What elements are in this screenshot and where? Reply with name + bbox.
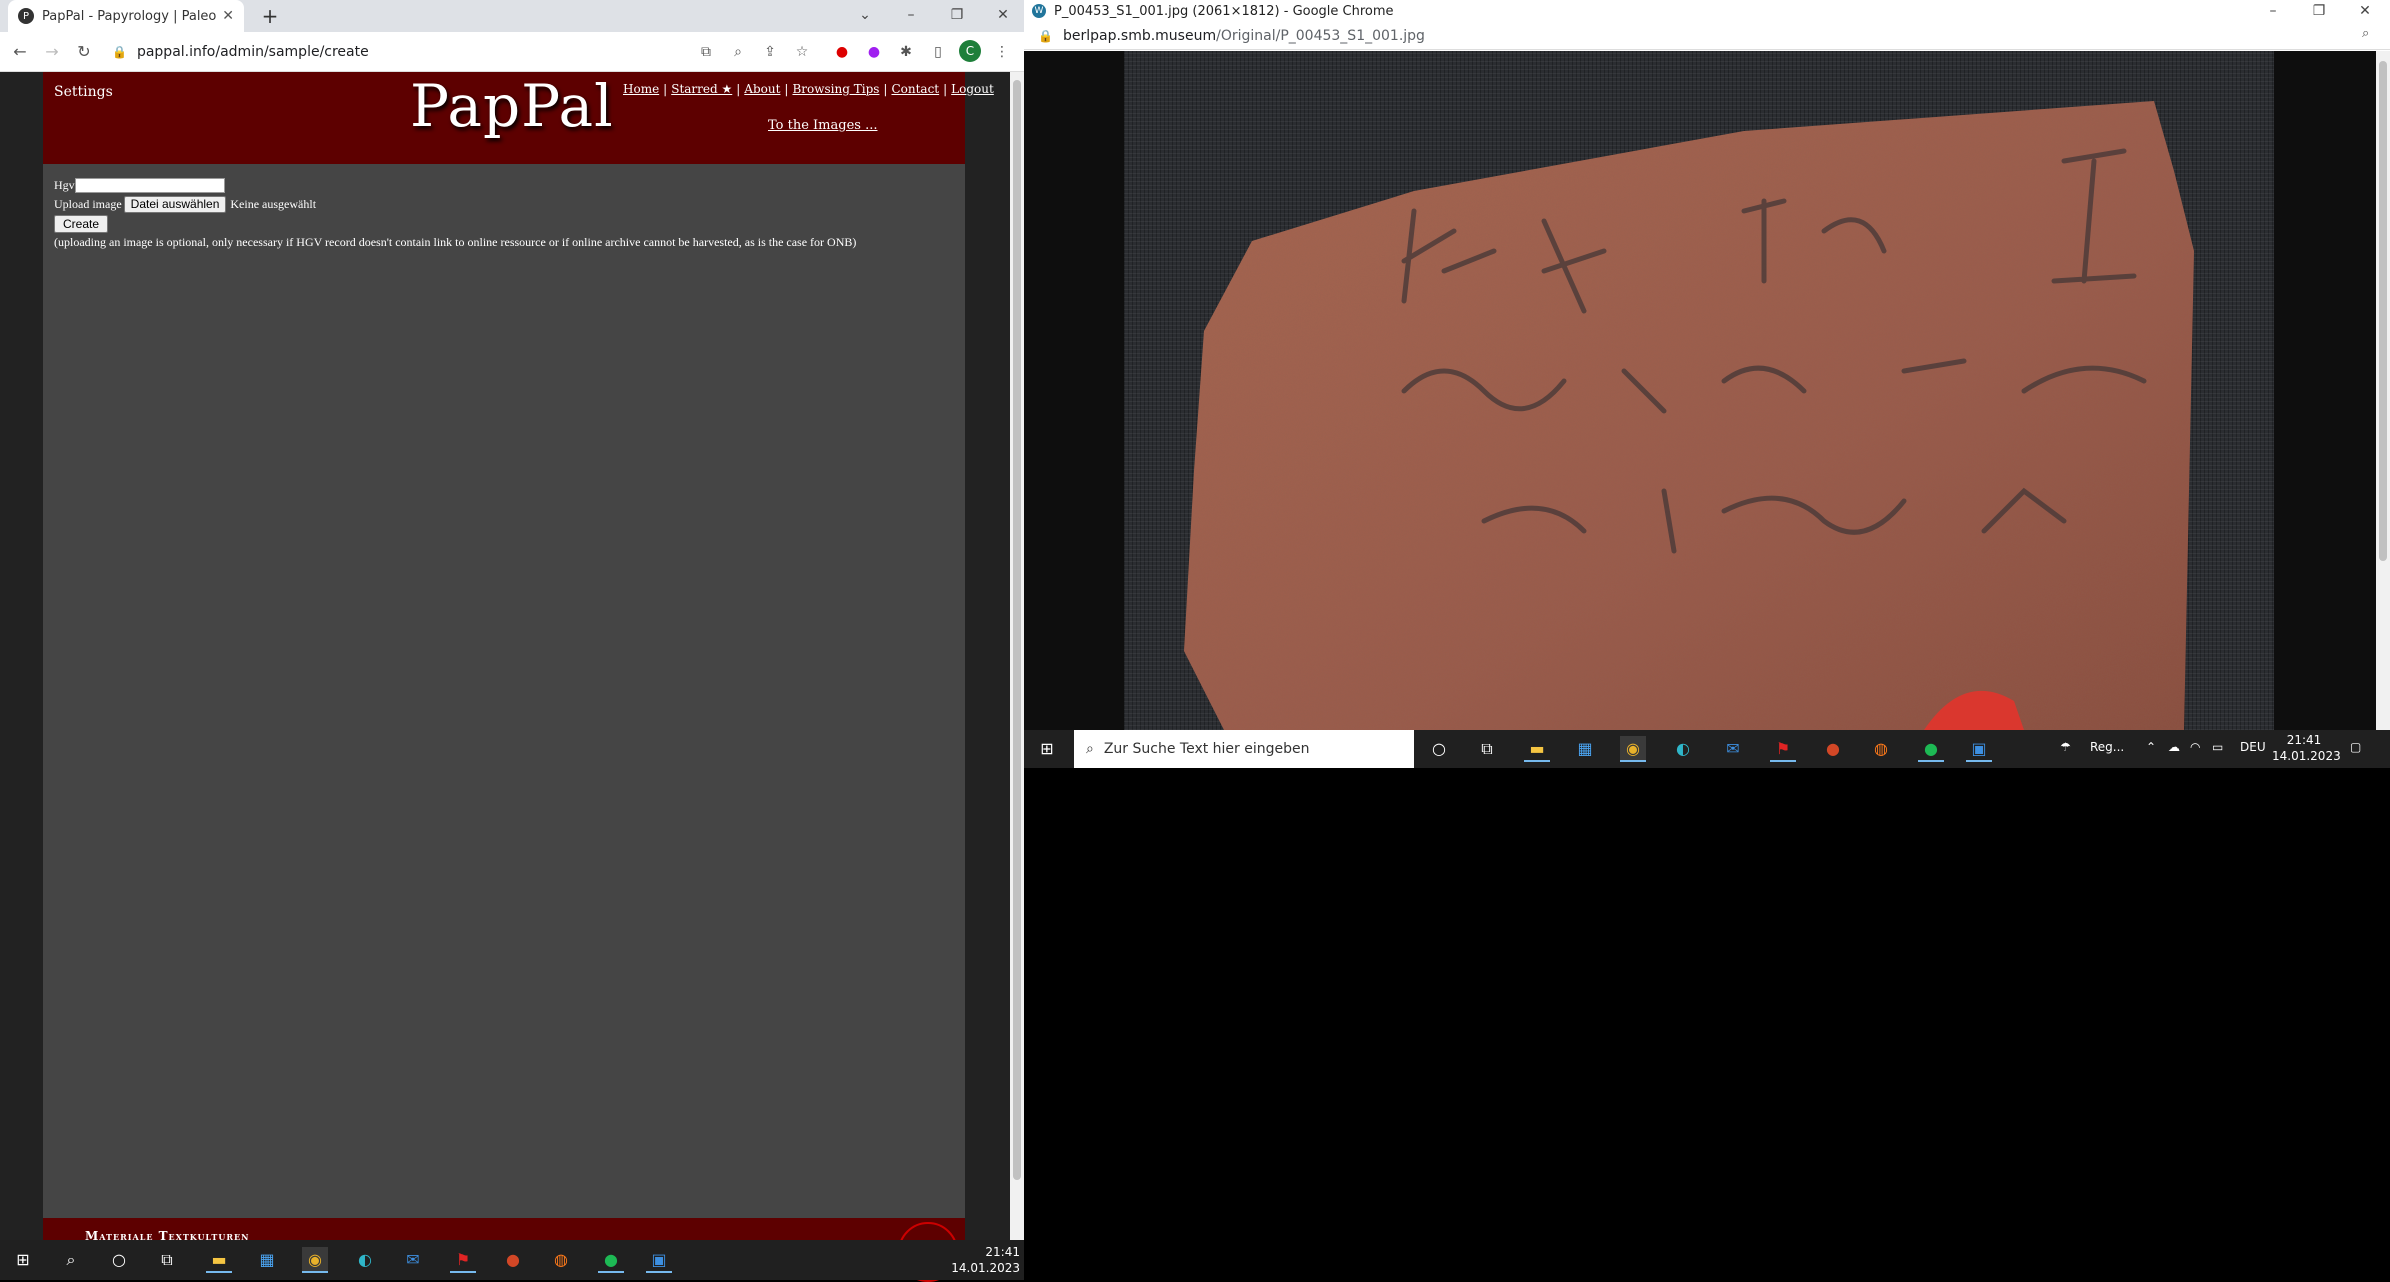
- address-url: pappal.info/admin/sample/create: [136, 44, 369, 60]
- nav-about[interactable]: About: [744, 82, 780, 96]
- address-bar[interactable]: 🔒 pappal.info/admin/sample/create: [112, 38, 832, 66]
- bottom-file-explorer-icon[interactable]: ▬: [206, 1247, 232, 1273]
- wifi-icon[interactable]: ◠: [2190, 740, 2200, 754]
- edge-icon[interactable]: ◐: [1670, 736, 1696, 762]
- search-icon: ⌕: [1086, 741, 1094, 757]
- extensions-puzzle-icon[interactable]: ✱: [894, 40, 918, 64]
- photos-icon[interactable]: ▣: [1966, 736, 1992, 762]
- nav-logout[interactable]: Logout: [951, 82, 994, 96]
- file-choose-button[interactable]: Datei auswählen: [123, 196, 227, 213]
- tray-chevron-icon[interactable]: ⌃: [2146, 740, 2156, 754]
- nav-contact[interactable]: Contact: [891, 82, 939, 96]
- bottom-clock-time: 21:41: [985, 1245, 1020, 1259]
- bottom-cortana-icon[interactable]: ○: [106, 1247, 132, 1273]
- bookmark-star-icon[interactable]: ☆: [790, 40, 814, 64]
- site-logo[interactable]: PapPal: [410, 72, 614, 140]
- profile-avatar[interactable]: C: [959, 40, 981, 62]
- weather-icon[interactable]: ☂: [2060, 740, 2071, 754]
- zoom-icon[interactable]: ⌕: [726, 40, 750, 64]
- right-clock[interactable]: 21:41 14.01.2023: [2272, 732, 2341, 764]
- mail-icon[interactable]: ✉: [1720, 736, 1746, 762]
- chrome-icon[interactable]: ◉: [1620, 736, 1646, 762]
- extension-purple-icon[interactable]: ●: [862, 40, 886, 64]
- bottom-clock-date: 14.01.2023: [951, 1261, 1020, 1275]
- bottom-photos-icon[interactable]: ▣: [646, 1247, 672, 1273]
- settings-link[interactable]: Settings: [54, 84, 113, 100]
- bottom-task-view-icon[interactable]: ⧉: [154, 1247, 180, 1273]
- menu-kebab-icon[interactable]: ⋮: [990, 40, 1014, 64]
- restore-icon[interactable]: ❐: [934, 0, 980, 32]
- right-address-bar[interactable]: 🔒 berlpap.smb.museum/Original/P_00453_S1…: [1024, 22, 2390, 50]
- pappal-favicon-icon: P: [18, 8, 34, 24]
- upload-label: Upload image: [54, 197, 122, 211]
- wordpress-favicon-icon: W: [1032, 4, 1046, 18]
- windows-start-icon[interactable]: ⊞: [1034, 736, 1060, 762]
- ostracon-photo: [1184, 101, 2194, 730]
- right-window-title: P_00453_S1_001.jpg (2061×1812) - Google …: [1054, 3, 1394, 19]
- spotify-icon[interactable]: ●: [1918, 736, 1944, 762]
- extension-red-icon[interactable]: ●: [830, 40, 854, 64]
- nav-home[interactable]: Home: [623, 82, 659, 96]
- hgv-input[interactable]: [74, 178, 225, 193]
- nav-links: Home | Starred ★ | About | Browsing Tips | Conta…: [623, 82, 994, 96]
- notifications-icon[interactable]: ▢: [2350, 740, 2361, 754]
- side-panel-icon[interactable]: ▯: [926, 40, 950, 64]
- store-icon[interactable]: ▦: [1572, 736, 1598, 762]
- taskbar-search-box[interactable]: ⌕ Zur Suche Text hier eingeben: [1074, 730, 1414, 768]
- task-view-icon[interactable]: ⧉: [1474, 736, 1500, 762]
- weather-text[interactable]: Reg...: [2090, 740, 2124, 754]
- upload-note: (uploading an image is optional, only ne…: [54, 235, 857, 249]
- bottom-acrobat-icon[interactable]: ⚑: [450, 1247, 476, 1273]
- new-tab-icon[interactable]: +: [258, 4, 282, 28]
- hgv-label: Hgv: [54, 178, 75, 192]
- bottom-start-icon[interactable]: ⊞: [10, 1247, 36, 1273]
- sample-create-form: Hgv Upload image Datei auswählen Keine a…: [54, 176, 856, 252]
- cortana-icon[interactable]: ○: [1426, 736, 1452, 762]
- bottom-mail-icon[interactable]: ✉: [400, 1247, 426, 1273]
- firefox-icon[interactable]: ◍: [1868, 736, 1894, 762]
- forward-icon[interactable]: →: [40, 40, 64, 64]
- back-icon[interactable]: ←: [8, 40, 32, 64]
- file-status: Keine ausgewählt: [230, 197, 317, 211]
- page-scrollbar[interactable]: [1010, 72, 1024, 1240]
- acrobat-icon[interactable]: ⚑: [1770, 736, 1796, 762]
- onedrive-icon[interactable]: ☁: [2168, 740, 2180, 754]
- bottom-powerpoint-icon[interactable]: ●: [500, 1247, 526, 1273]
- bottom-firefox-icon[interactable]: ◍: [548, 1247, 574, 1273]
- right-clock-date: 14.01.2023: [2272, 749, 2341, 763]
- powerpoint-icon[interactable]: ●: [1820, 736, 1846, 762]
- minimize-icon[interactable]: –: [888, 0, 934, 32]
- right-url-path: /Original/P_00453_S1_001.jpg: [1216, 27, 1425, 44]
- bottom-edge-icon[interactable]: ◐: [352, 1247, 378, 1273]
- tab-title: PapPal - Papyrology | Paleograph: [42, 8, 217, 24]
- tab-search-chevron-icon[interactable]: ⌄: [842, 0, 888, 32]
- tab-close-icon[interactable]: ✕: [222, 8, 234, 24]
- nav-browsing-tips[interactable]: Browsing Tips: [792, 82, 879, 96]
- share-icon[interactable]: ⇪: [758, 40, 782, 64]
- browser-tab[interactable]: P PapPal - Papyrology | Paleograph ✕: [8, 0, 244, 32]
- bottom-clock[interactable]: 21:41 14.01.2023: [950, 1244, 1020, 1276]
- right-url-host: berlpap.smb.museum: [1062, 27, 1217, 44]
- reload-icon[interactable]: ↻: [72, 40, 96, 64]
- to-images-link[interactable]: To the Images ...: [768, 118, 877, 133]
- nav-starred[interactable]: Starred ★: [671, 82, 732, 96]
- battery-icon[interactable]: ▭: [2212, 740, 2223, 754]
- close-window-icon[interactable]: ✕: [980, 0, 1026, 32]
- right-zoom-icon[interactable]: ⌕: [2362, 26, 2369, 41]
- lock-icon: 🔒: [112, 45, 127, 59]
- right-title-bar: W P_00453_S1_001.jpg (2061×1812) - Googl…: [1024, 0, 2390, 22]
- translate-icon[interactable]: ⧉: [694, 40, 718, 64]
- bottom-search-icon[interactable]: ⌕: [58, 1247, 84, 1273]
- right-clock-time: 21:41: [2286, 733, 2322, 747]
- bottom-store-icon[interactable]: ▦: [254, 1247, 280, 1273]
- language-indicator[interactable]: DEU: [2240, 740, 2266, 754]
- create-button[interactable]: Create: [54, 214, 109, 233]
- bottom-chrome-icon[interactable]: ◉: [302, 1247, 328, 1273]
- right-lock-icon: 🔒: [1038, 28, 1053, 43]
- right-scrollbar[interactable]: [2376, 51, 2390, 730]
- bottom-spotify-icon[interactable]: ●: [598, 1247, 624, 1273]
- file-explorer-icon[interactable]: ▬: [1524, 736, 1550, 762]
- taskbar-search-placeholder: Zur Suche Text hier eingeben: [1103, 741, 1310, 757]
